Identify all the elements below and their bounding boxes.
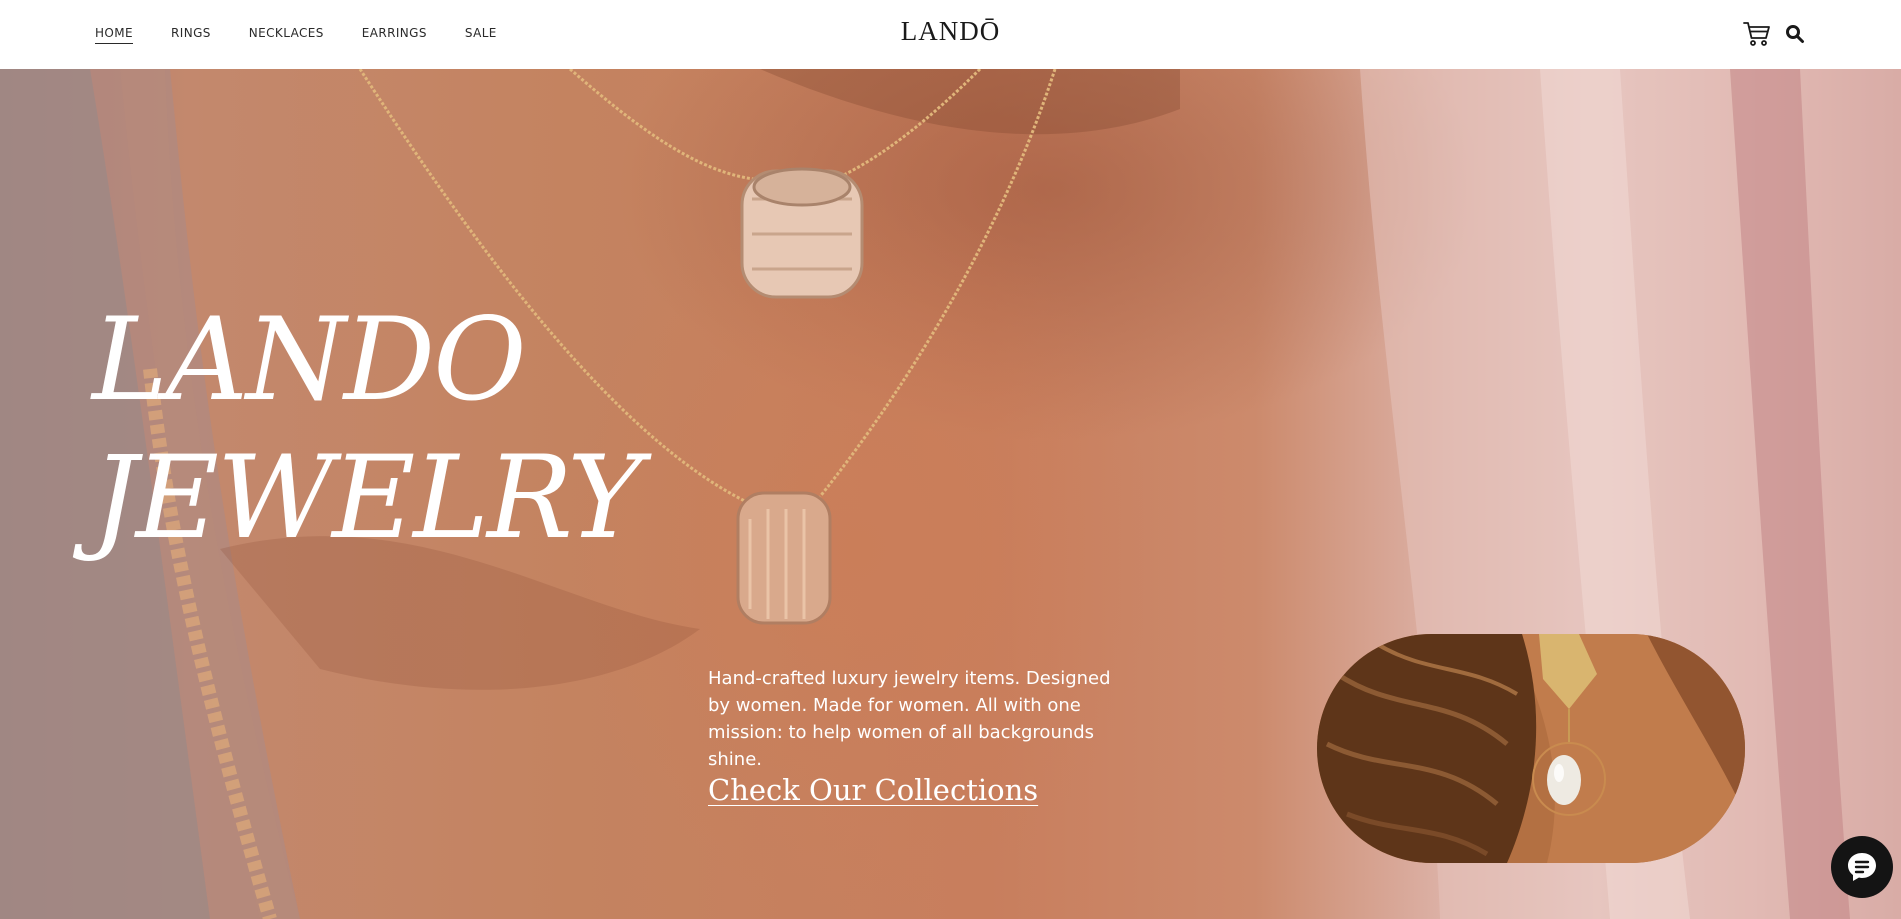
site-logo[interactable]: LANDŌ	[0, 16, 1901, 47]
hero-title-line2: JEWELRY	[92, 431, 643, 564]
hero-title: LANDO JEWELRY	[92, 291, 643, 567]
header-actions	[1743, 20, 1805, 48]
hero-section: LANDO JEWELRY Hand-crafted luxury jewelr…	[0, 69, 1901, 919]
cart-icon[interactable]	[1743, 20, 1771, 48]
chat-icon[interactable]	[1831, 836, 1893, 898]
check-collections-link[interactable]: Check Our Collections	[708, 773, 1038, 807]
search-icon[interactable]	[1785, 24, 1805, 44]
hero-description: Hand-crafted luxury jewelry items. Desig…	[708, 668, 1111, 770]
earring-photo	[1317, 634, 1745, 863]
site-header: HOME RINGS NECKLACES EARRINGS SALE LANDŌ	[0, 0, 1901, 69]
hero-title-line1: LANDO	[92, 293, 527, 426]
